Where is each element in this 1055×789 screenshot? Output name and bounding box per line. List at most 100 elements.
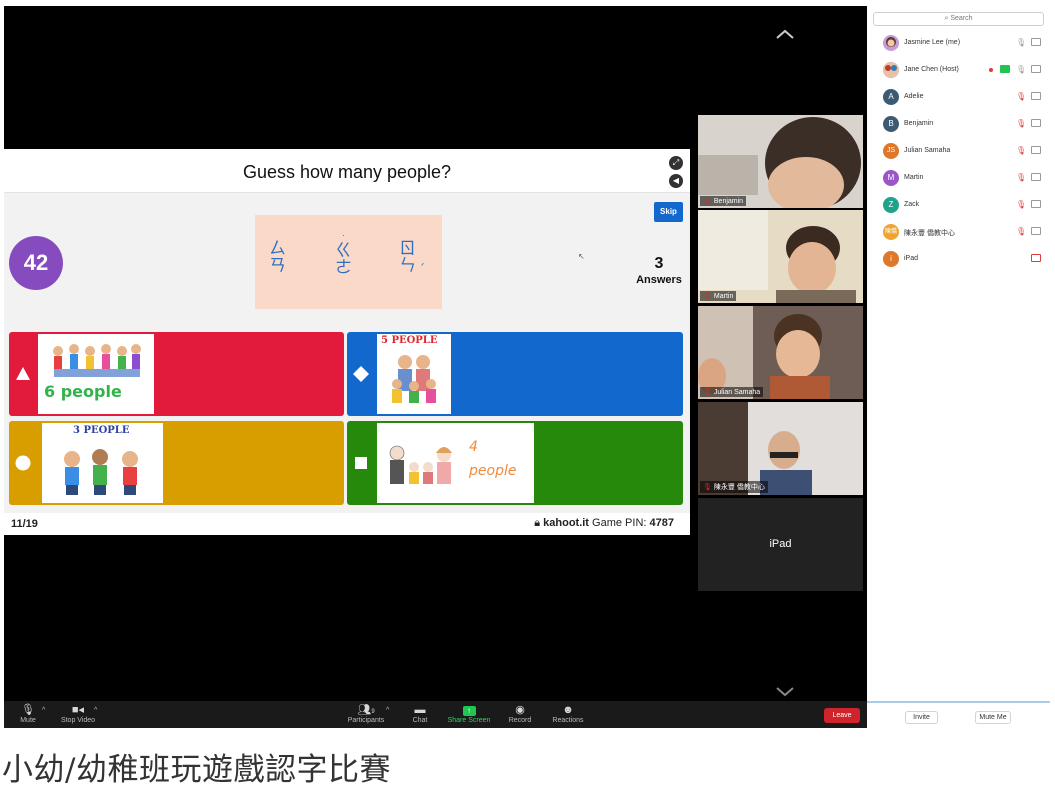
camera-icon[interactable] (1031, 200, 1041, 208)
participant-video (698, 115, 863, 208)
mute-me-button[interactable]: Mute Me (975, 711, 1011, 724)
mic-muted-icon: 🎙︎ (703, 389, 712, 396)
stop-video-button[interactable]: ■◂ Stop Video (58, 704, 98, 724)
leave-button[interactable]: Leave (824, 708, 860, 723)
video-tile-julian-samaha[interactable]: 🎙︎ Julian Samaha (698, 306, 863, 399)
page-caption: 小幼/幼稚班玩遊戲認字比賽 (2, 752, 391, 788)
family-illustration (392, 355, 436, 403)
microphone-icon[interactable]: 🎙︎ (1016, 38, 1026, 47)
share-screen-button[interactable]: ↑ Share Screen (445, 704, 493, 724)
participants-options-caret-icon[interactable]: ^ (386, 707, 389, 714)
avatar (883, 35, 899, 51)
fullscreen-icon[interactable]: ⤢ (669, 156, 683, 170)
avatar: 陳僑 (883, 224, 899, 240)
mic-muted-icon: 🎙︎ (703, 484, 712, 491)
participant-row[interactable]: JS Julian Samaha 🎙︎ (867, 141, 1050, 163)
camera-icon[interactable] (1031, 38, 1041, 46)
meeting-toolbar: 🎙︎ Mute ^ ■◂ Stop Video ^ 👥︎9 Participants … (4, 701, 867, 728)
camera-icon[interactable] (1031, 92, 1041, 100)
participant-search-input[interactable]: ⌕ Search (873, 12, 1044, 26)
record-button[interactable]: ◉ Record (506, 704, 534, 724)
lock-icon: 🔒︎ (534, 517, 541, 529)
video-tile-benjamin[interactable]: 🎙︎ Benjamin (698, 115, 863, 208)
answer-circle[interactable]: 3 PEOPLE (9, 421, 344, 505)
avatar: M (883, 170, 899, 186)
microphone-icon[interactable]: 🎙︎ (1016, 65, 1026, 74)
mute-options-caret-icon[interactable]: ^ (42, 707, 45, 714)
reactions-icon: ☻ (562, 704, 574, 716)
chat-button[interactable]: ▬ Chat (408, 704, 432, 724)
video-name-label: 🎙︎ Martin (700, 291, 737, 301)
game-pin-label: Game PIN: (592, 517, 647, 529)
camera-off-icon[interactable] (1031, 254, 1041, 262)
reactions-button[interactable]: ☻ Reactions (548, 704, 588, 724)
share-screen-icon: ↑ (445, 704, 493, 717)
participant-row[interactable]: Z Zack 🎙︎ (867, 195, 1050, 217)
participant-name: Zack (904, 201, 920, 208)
game-pin: 4787 (649, 517, 674, 529)
mute-button[interactable]: 🎙︎ Mute (17, 704, 39, 724)
zhuyin-syllable-2: ˙ ㄍ ㄜ (335, 235, 352, 278)
participant-row[interactable]: Jasmine Lee (me) 🎙︎ (867, 33, 1050, 55)
avatar: JS (883, 143, 899, 159)
camera-icon[interactable] (1031, 119, 1041, 127)
participant-name: Martin (904, 174, 924, 181)
participant-row[interactable]: B Benjamin 🎙︎ (867, 114, 1050, 136)
microphone-muted-icon[interactable]: 🎙︎ (1016, 173, 1026, 182)
microphone-muted-icon[interactable]: 🎙︎ (1016, 92, 1026, 101)
chevron-up-icon[interactable] (774, 26, 796, 42)
participant-row[interactable]: i iPad (867, 249, 1050, 271)
video-name-label: 🎙︎ Benjamin (700, 196, 747, 206)
camera-icon[interactable] (1031, 173, 1041, 181)
square-icon (355, 457, 367, 469)
participant-row[interactable]: M Martin 🎙︎ (867, 168, 1050, 190)
participants-icon: 👥︎9 (357, 704, 375, 716)
mouse-cursor-icon: ↖ (578, 252, 585, 261)
kahoot-footer: 11/19 🔒︎ kahoot.it Game PIN: 4787 (4, 513, 690, 535)
invite-button[interactable]: Invite (905, 711, 938, 724)
microphone-muted-icon[interactable]: 🎙︎ (1016, 119, 1026, 128)
participant-name: 陳永豐 僑教中心 (904, 230, 955, 237)
video-tile-martin[interactable]: 🎙︎ Martin (698, 210, 863, 303)
three-people-label: 3 PEOPLE (73, 425, 130, 436)
chat-icon: ▬ (414, 704, 426, 716)
video-tile-ipad[interactable]: iPad (698, 498, 863, 591)
circle-icon (15, 455, 31, 471)
mic-muted-icon: 🎙︎ (703, 293, 712, 300)
camera-icon[interactable] (1031, 227, 1041, 235)
volume-icon[interactable]: ◀ (669, 174, 683, 188)
microphone-muted-icon[interactable]: 🎙︎ (1016, 227, 1026, 236)
participant-row[interactable]: 陳僑 陳永豐 僑教中心 🎙︎ (867, 222, 1050, 244)
answer-triangle[interactable]: 6 people (9, 332, 344, 416)
four-label-word: people (469, 463, 517, 479)
skip-button[interactable]: Skip (654, 202, 683, 222)
search-icon: ⌕ (944, 15, 949, 22)
participants-panel: ⌕ Search Jasmine Lee (me) 🎙︎ Jane Chen (… (867, 6, 1050, 728)
chevron-down-icon[interactable] (774, 684, 796, 700)
children-group-illustration (53, 344, 141, 377)
answer-square[interactable]: 4 people (347, 421, 683, 505)
panel-divider (867, 701, 1050, 703)
question-title: Guess how many people? (242, 162, 452, 182)
shared-screen-kahoot: Guess how many people? ⤢ ◀ 42 ㄙ ㄢ ˙ ㄍ ㄜ … (4, 149, 690, 535)
five-people-image: 5 PEOPLE (377, 334, 451, 414)
camera-icon[interactable] (1031, 65, 1041, 73)
triangle-icon (16, 367, 30, 380)
countdown-timer: 42 (9, 236, 63, 290)
participant-name: Jane Chen (Host) (904, 66, 959, 73)
avatar (883, 62, 899, 78)
video-tile-teacher[interactable]: 🎙︎ 陳永豐 僑教中心 (698, 402, 863, 495)
camera-icon[interactable] (1031, 146, 1041, 154)
participant-row[interactable]: Jane Chen (Host) 🎙︎ (867, 60, 1050, 82)
microphone-muted-icon[interactable]: 🎙︎ (1016, 200, 1026, 209)
question-progress: 11/19 (11, 518, 38, 530)
video-options-caret-icon[interactable]: ^ (94, 707, 97, 714)
participants-button[interactable]: 👥︎9 Participants (344, 704, 388, 724)
answer-diamond[interactable]: 5 PEOPLE (347, 332, 683, 416)
microphone-muted-icon[interactable]: 🎙︎ (1016, 146, 1026, 155)
video-camera-icon: ■◂ (71, 704, 85, 716)
record-icon: ◉ (515, 704, 525, 716)
participant-video (698, 306, 863, 399)
mic-muted-icon: 🎙︎ (703, 198, 712, 205)
participant-row[interactable]: A Adelie 🎙︎ (867, 87, 1050, 109)
